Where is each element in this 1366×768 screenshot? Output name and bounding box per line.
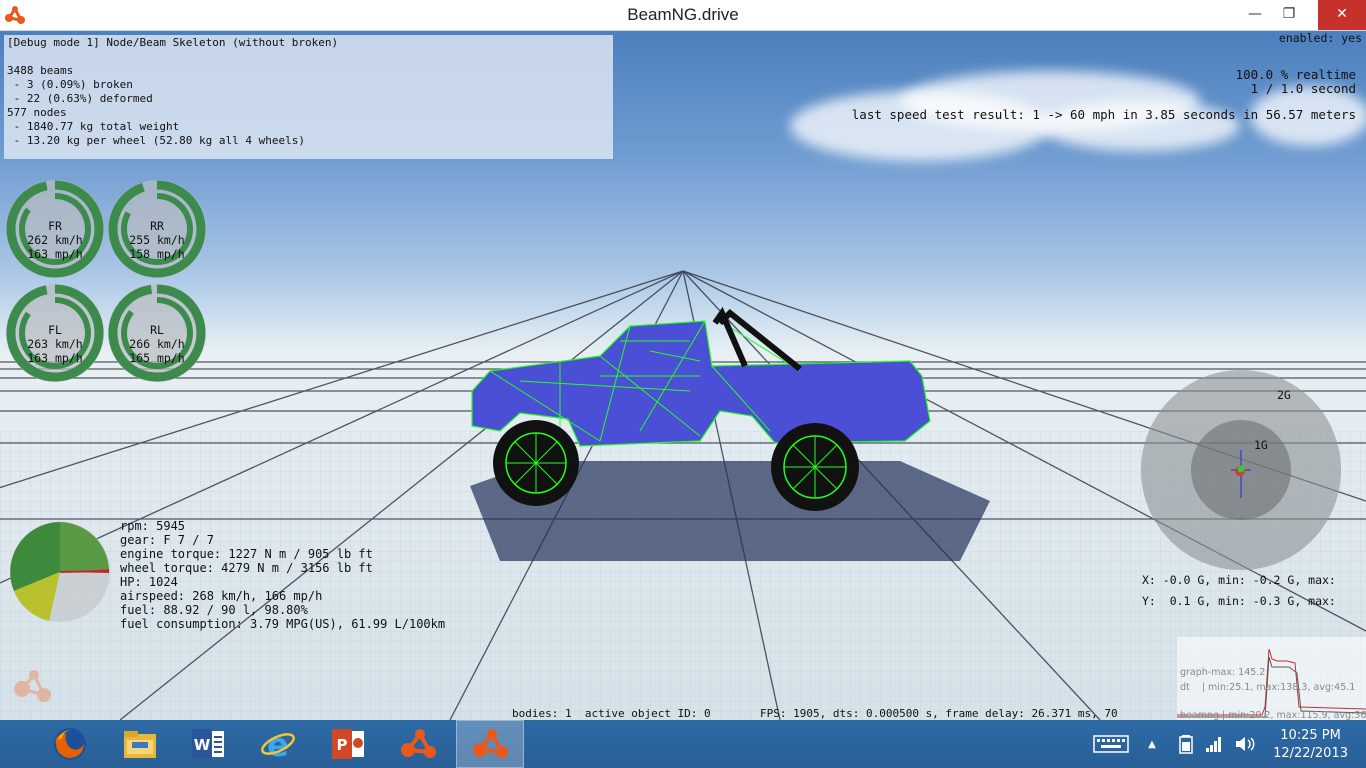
- clock-date: 12/22/2013: [1273, 746, 1348, 761]
- taskbar: W e P ▲ 10:25 PM 12/22/2013: [0, 720, 1366, 768]
- speed-test-result: last speed test result: 1 -> 60 mph in 3…: [851, 107, 1356, 122]
- engine-pie-chart: [10, 522, 110, 622]
- firefox-icon: [54, 728, 86, 760]
- game-viewport[interactable]: [Debug mode 1] Node/Beam Skeleton (witho…: [0, 31, 1366, 720]
- airspeed: airspeed: 268 km/h, 166 mp/h: [120, 589, 323, 603]
- broken-beams: - 3 (0.09%) broken: [7, 78, 133, 91]
- g-ring-2g-label: 2G: [1277, 388, 1291, 402]
- beamng-watermark-icon: [14, 670, 51, 702]
- wheel-speed-mph: 163 mp/h: [27, 247, 83, 261]
- clock-time: 10:25 PM: [1280, 728, 1341, 743]
- window-title: BeamNG.drive: [627, 5, 739, 24]
- graph-max-label: graph-max: 145.2: [1180, 667, 1266, 678]
- graph-dt-label: dt | min:25.1, max:138.3, avg:45.1: [1180, 682, 1356, 693]
- total-weight: - 1840.77 kg total weight: [7, 120, 180, 133]
- wheel-speed-mph: 163 mp/h: [27, 351, 83, 365]
- close-button[interactable]: ✕: [1318, 0, 1366, 30]
- g-ring-1g-label: 1G: [1254, 438, 1268, 452]
- fuel-consumption: fuel consumption: 3.79 MPG(US), 61.99 L/…: [120, 617, 446, 631]
- g-force-y: Y: 0.1 G, min: -0.3 G, max:: [1142, 594, 1336, 608]
- fps-status: FPS: 1905, dts: 0.000500 s, frame delay:…: [760, 707, 1118, 720]
- beamng-icon: [401, 729, 436, 758]
- horsepower: HP: 1024: [120, 575, 178, 589]
- wheel-gauge-rl: RL 266 km/h 165 mp/h: [107, 283, 207, 383]
- realtime-second: 1 / 1.0 second: [1250, 81, 1356, 96]
- debug-mode-line: [Debug mode 1] Node/Beam Skeleton (witho…: [7, 36, 339, 49]
- bodies-status: bodies: 1 active object ID: 0: [512, 707, 711, 720]
- weight-per-wheel: - 13.20 kg per wheel (52.80 kg all 4 whe…: [7, 134, 306, 147]
- beamng-icon: [473, 729, 508, 758]
- wheel-speed-kmh: 263 km/h: [27, 337, 83, 351]
- wheel-name: RL: [150, 323, 164, 337]
- folder-icon: [124, 731, 156, 758]
- wheel-speed-mph: 158 mp/h: [129, 247, 185, 261]
- network-icon[interactable]: [1204, 734, 1224, 754]
- realtime-percent: 100.0 % realtime: [1235, 67, 1356, 82]
- deformed-beams: - 22 (0.63%) deformed: [7, 92, 153, 105]
- keyboard-icon[interactable]: [1092, 734, 1130, 754]
- g-force-x: X: -0.0 G, min: -0.2 G, max:: [1142, 573, 1336, 587]
- debug-info-panel: [Debug mode 1] Node/Beam Skeleton (witho…: [4, 35, 613, 159]
- taskbar-beamng-active-button[interactable]: [456, 720, 524, 768]
- show-hidden-icons-icon[interactable]: ▲: [1145, 734, 1159, 754]
- gear: gear: F 7 / 7: [120, 533, 214, 547]
- taskbar-beamng-button[interactable]: [384, 720, 452, 768]
- wheel-gauge-fl: FL 263 km/h 163 mp/h: [5, 283, 105, 383]
- wheel-name: RR: [150, 219, 164, 233]
- maximize-button[interactable]: ❐: [1266, 0, 1312, 30]
- wheel-name: FL: [48, 323, 62, 337]
- internet-explorer-icon: e: [261, 726, 295, 762]
- svg-text:W: W: [194, 736, 211, 754]
- taskbar-clock[interactable]: 10:25 PM 12/22/2013: [1273, 727, 1348, 763]
- node-count: 577 nodes: [7, 106, 67, 119]
- word-icon: W: [192, 729, 224, 759]
- battery-icon[interactable]: [1176, 734, 1196, 754]
- taskbar-powerpoint-button[interactable]: P: [314, 720, 382, 768]
- enabled-status: enabled: yes: [1278, 31, 1362, 45]
- powerpoint-icon: P: [332, 729, 364, 759]
- svg-text:e: e: [267, 726, 289, 762]
- taskbar-explorer-button[interactable]: [106, 720, 174, 768]
- engine-torque: engine torque: 1227 N m / 905 lb ft: [120, 547, 373, 561]
- wheel-speed-kmh: 255 km/h: [129, 233, 185, 247]
- wheel-gauge-rr: RR 255 km/h 158 mp/h: [107, 179, 207, 279]
- wheel-torque: wheel torque: 4279 N m / 3156 lb ft: [120, 561, 373, 575]
- wheel-gauge-fr: FR 262 km/h 163 mp/h: [5, 179, 105, 279]
- fuel: fuel: 88.92 / 90 l, 98.80%: [120, 603, 308, 617]
- svg-text:P: P: [337, 736, 348, 754]
- beam-count: 3488 beams: [7, 64, 74, 77]
- rpm: rpm: 5945: [120, 519, 186, 533]
- graph-beamng-label: beamng | min:20.2, max:115.9, avg:36: [1180, 710, 1366, 720]
- wheel-name: FR: [48, 219, 62, 233]
- taskbar-ie-button[interactable]: e: [244, 720, 312, 768]
- engine-stats: rpm: 5945 gear: F 7 / 7 engine torque: 122…: [120, 519, 445, 631]
- taskbar-word-button[interactable]: W: [174, 720, 242, 768]
- wheel-speed-mph: 165 mp/h: [129, 351, 185, 365]
- wheel-speed-kmh: 262 km/h: [27, 233, 83, 247]
- title-bar: BeamNG.drive — ❐ ✕: [0, 0, 1366, 31]
- graph-lines: [1177, 648, 1366, 718]
- wheel-speed-kmh: 266 km/h: [129, 337, 185, 351]
- g-force-meter: [1141, 370, 1341, 570]
- volume-icon[interactable]: [1234, 734, 1256, 754]
- taskbar-firefox-button[interactable]: [36, 720, 104, 768]
- performance-graph: graph-max: 145.2 dt | min:25.1, max:138.…: [1177, 637, 1366, 720]
